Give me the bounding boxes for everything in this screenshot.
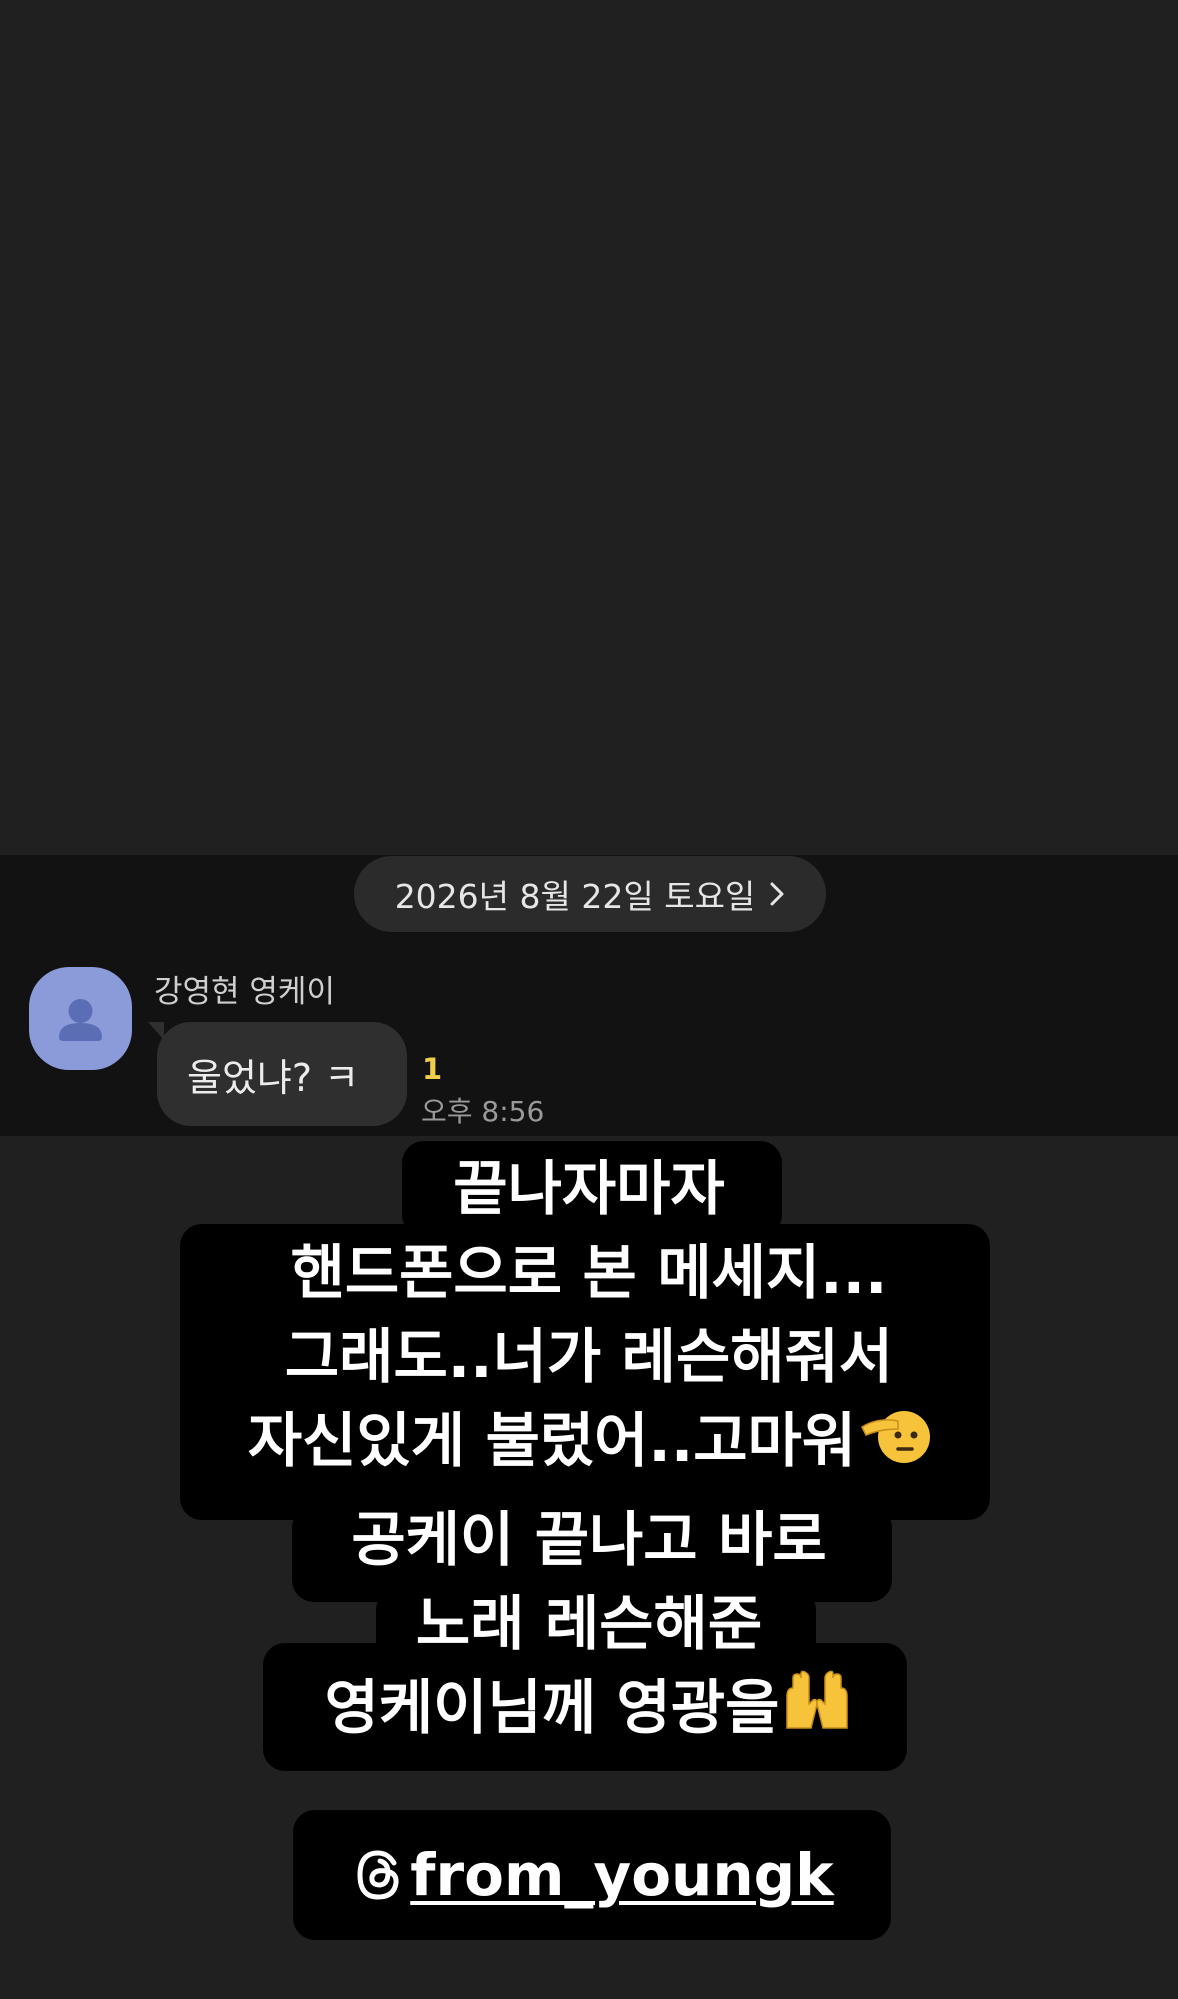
caption-line: 핸드폰으로 본 메세지... — [290, 1238, 888, 1307]
caption-line: 노래 레슨해준 — [415, 1589, 763, 1658]
caption-line: 그래도..너가 레슨해줘서 — [284, 1322, 894, 1391]
caption-line-text: 영케이님께 영광을 — [324, 1673, 780, 1742]
avatar[interactable] — [29, 967, 132, 1070]
person-icon — [59, 999, 102, 1041]
mention-handle: from_youngk — [410, 1841, 834, 1909]
caption-line: 영케이님께 영광을 — [0, 1668, 1178, 1754]
mention-sticker[interactable]: from_youngk — [293, 1810, 891, 1940]
message-bubble[interactable]: 울었냐? ㅋ — [157, 1022, 407, 1126]
threads-icon — [350, 1847, 406, 1903]
chevron-right-icon — [769, 881, 785, 907]
caption-line: 끝나자마자 — [453, 1154, 725, 1223]
caption-line: 공케이 끝나고 바로 — [351, 1505, 827, 1574]
date-divider[interactable]: 2026년 8월 22일 토요일 — [354, 856, 826, 932]
date-label: 2026년 8월 22일 토요일 — [394, 877, 756, 916]
caption-line: 자신있게 불렀어..고마워 — [0, 1401, 1178, 1487]
raising-hands-icon — [781, 1670, 853, 1754]
caption-line-text: 자신있게 불렀어..고마워 — [247, 1406, 857, 1475]
unread-count: 1 — [422, 1052, 443, 1086]
message-time: 오후 8:56 — [421, 1095, 545, 1128]
sender-name: 강영현 영케이 — [154, 974, 335, 1010]
saluting-face-icon — [858, 1403, 931, 1487]
message-text: 울었냐? ㅋ — [187, 1055, 360, 1100]
